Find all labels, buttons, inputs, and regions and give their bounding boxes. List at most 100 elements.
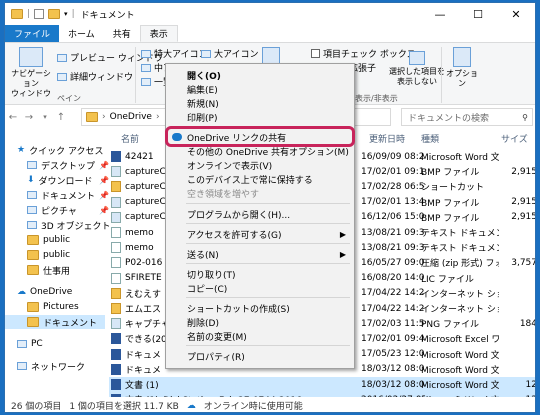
breadcrumb-onedrive[interactable]: OneDrive: [110, 112, 152, 122]
document-icon: [111, 363, 121, 375]
column-header-date[interactable]: 更新日時: [369, 129, 405, 147]
xl-icons-button[interactable]: 特大アイコン: [141, 47, 208, 60]
hide-selected-label: 選択した項目を 表示しない: [389, 67, 445, 86]
forward-button[interactable]: →: [21, 112, 37, 123]
pin-icon: 📌: [99, 205, 109, 215]
nav-label: OneDrive: [30, 287, 73, 297]
nav-downloads[interactable]: ⬇ ダウンロード 📌: [27, 173, 109, 187]
pictures-icon: [27, 206, 37, 214]
options-icon: [453, 47, 471, 67]
back-button[interactable]: ←: [5, 112, 21, 123]
item-count: 26 個の項目: [11, 402, 62, 412]
file-type: インターネット ショートカ...: [421, 305, 499, 316]
nav-onedrive[interactable]: ☁ OneDrive: [17, 285, 72, 299]
nav-pictures[interactable]: ピクチャ 📌: [27, 203, 109, 217]
menu-send-to[interactable]: 送る(N) ▶: [166, 247, 354, 261]
pin-icon: 📌: [99, 175, 109, 185]
nav-network[interactable]: ネットワーク: [17, 359, 85, 373]
document-icon: [111, 379, 121, 391]
file-name: ドキュメ: [125, 350, 162, 361]
nav-quick-access[interactable]: ★ クイック アクセス: [17, 143, 104, 157]
explorer-window: | ▾ | ドキュメント — ☐ ✕ ファイル ホーム 共有 表示 ナビゲーショ…: [4, 2, 536, 413]
xl-icons-icon: [141, 49, 151, 58]
file-type: Microsoft Word 文...: [421, 350, 499, 361]
folder-icon: [27, 265, 39, 275]
nav-public-1[interactable]: public: [27, 233, 70, 247]
column-header-size[interactable]: サイズ: [501, 129, 528, 147]
checkbox-icon[interactable]: [34, 9, 45, 19]
image-file-icon: [111, 166, 121, 178]
menu-give-access[interactable]: アクセスを許可する(G) ▶: [166, 227, 354, 241]
nav-public-2[interactable]: public: [27, 248, 70, 262]
menu-free-up-space: 空き領域を増やす: [166, 186, 354, 200]
menu-copy[interactable]: コピー(C): [166, 281, 354, 295]
tab-share[interactable]: 共有: [104, 25, 140, 42]
menu-cut[interactable]: 切り取り(T): [166, 267, 354, 281]
xl-icons-label: 特大アイコン: [154, 50, 208, 60]
minimize-button[interactable]: —: [421, 3, 459, 25]
menu-label: 印刷(P): [187, 113, 218, 124]
table-row[interactable]: 文書 (1) 18/03/12 08:04Microsoft Word 文... 1…: [109, 377, 535, 393]
file-name: captureC: [125, 212, 165, 223]
maximize-button[interactable]: ☐: [459, 3, 497, 25]
menu-rename[interactable]: 名前の変更(M): [166, 329, 354, 343]
large-icons-icon: [201, 49, 211, 58]
menu-print[interactable]: 印刷(P): [166, 110, 354, 124]
tab-file[interactable]: ファイル: [5, 25, 60, 42]
chevron-right-icon: ›: [155, 112, 160, 122]
close-button[interactable]: ✕: [497, 3, 535, 25]
menu-create-shortcut[interactable]: ショートカットの作成(S): [166, 301, 354, 315]
file-date: 16/08/20 14:02: [361, 273, 425, 284]
menu-label: 空き領域を増やす: [187, 189, 260, 200]
file-date: 17/02/01 09:40: [361, 333, 425, 344]
menu-keep-on-device[interactable]: このデバイス上で常に保持する: [166, 172, 354, 186]
menu-open[interactable]: 開く(O): [166, 68, 354, 82]
menu-new[interactable]: 新規(N): [166, 96, 354, 110]
nav-pc[interactable]: PC: [17, 337, 43, 351]
file-date: 17/02/01 13:47: [361, 197, 425, 208]
pin-icon: 📌: [99, 190, 109, 200]
menu-open-with[interactable]: プログラムから開く(H)...: [166, 207, 354, 221]
tab-view[interactable]: 表示: [139, 25, 178, 42]
new-folder-icon[interactable]: [48, 9, 61, 19]
menu-edit[interactable]: 編集(E): [166, 82, 354, 96]
nav-work[interactable]: 仕事用: [27, 263, 70, 277]
options-button[interactable]: オプション: [445, 47, 479, 89]
dropdown-icon[interactable]: ▾: [64, 10, 68, 18]
image-file-icon: [111, 196, 121, 208]
folder-icon: [27, 302, 39, 312]
search-input[interactable]: ドキュメントの検索 ⚲: [401, 108, 533, 126]
ribbon-tabs: ファイル ホーム 共有 表示: [5, 25, 535, 43]
menu-view-online[interactable]: オンラインで表示(V): [166, 158, 354, 172]
history-dropdown-icon[interactable]: ▾: [37, 113, 53, 121]
status-bar: 26 個の項目 1 個の項目を選択 11.7 KB ☁ オンライン時に使用可能: [5, 397, 535, 413]
nav-documents[interactable]: ドキュメント 📌: [27, 188, 109, 202]
file-name: ドキュメ: [125, 365, 162, 376]
shortcut-icon: [111, 303, 121, 315]
folder-icon: [86, 112, 98, 122]
file-type: PNG ファイル: [421, 320, 479, 331]
up-button[interactable]: ↑: [53, 112, 69, 123]
nav-onedrive-documents[interactable]: ドキュメント: [5, 315, 105, 329]
details-pane-button[interactable]: 詳細ウィンドウ: [57, 70, 133, 83]
nav-pane-button[interactable]: ナビゲーション ウィンドウ: [9, 47, 53, 99]
file-size: 3,757: [511, 257, 536, 268]
menu-properties[interactable]: プロパティ(R): [166, 349, 354, 363]
nav-onedrive-pictures[interactable]: Pictures: [27, 300, 79, 314]
file-name: 文書 (1): [125, 381, 159, 392]
divider: [186, 345, 350, 346]
nav-desktop[interactable]: デスクトップ 📌: [27, 158, 109, 172]
hide-selected-button[interactable]: 選択した項目を 表示しない: [387, 51, 447, 87]
nav-3d-objects[interactable]: 3D オブジェクト: [27, 218, 111, 232]
menu-label: 削除(D): [187, 318, 219, 329]
column-header-type[interactable]: 種類: [421, 129, 439, 147]
tab-home[interactable]: ホーム: [59, 25, 104, 42]
chevron-right-icon: ▶: [339, 249, 346, 259]
file-date: 13/08/21 09:34: [361, 227, 425, 238]
menu-delete[interactable]: 削除(D): [166, 315, 354, 329]
large-icons-button[interactable]: 大アイコン: [201, 47, 259, 60]
menu-label: 名前の変更(M): [187, 332, 247, 343]
file-type: BMP ファイル: [421, 168, 480, 179]
nav-label: 仕事用: [43, 266, 71, 277]
column-header-name[interactable]: 名前: [121, 129, 139, 147]
